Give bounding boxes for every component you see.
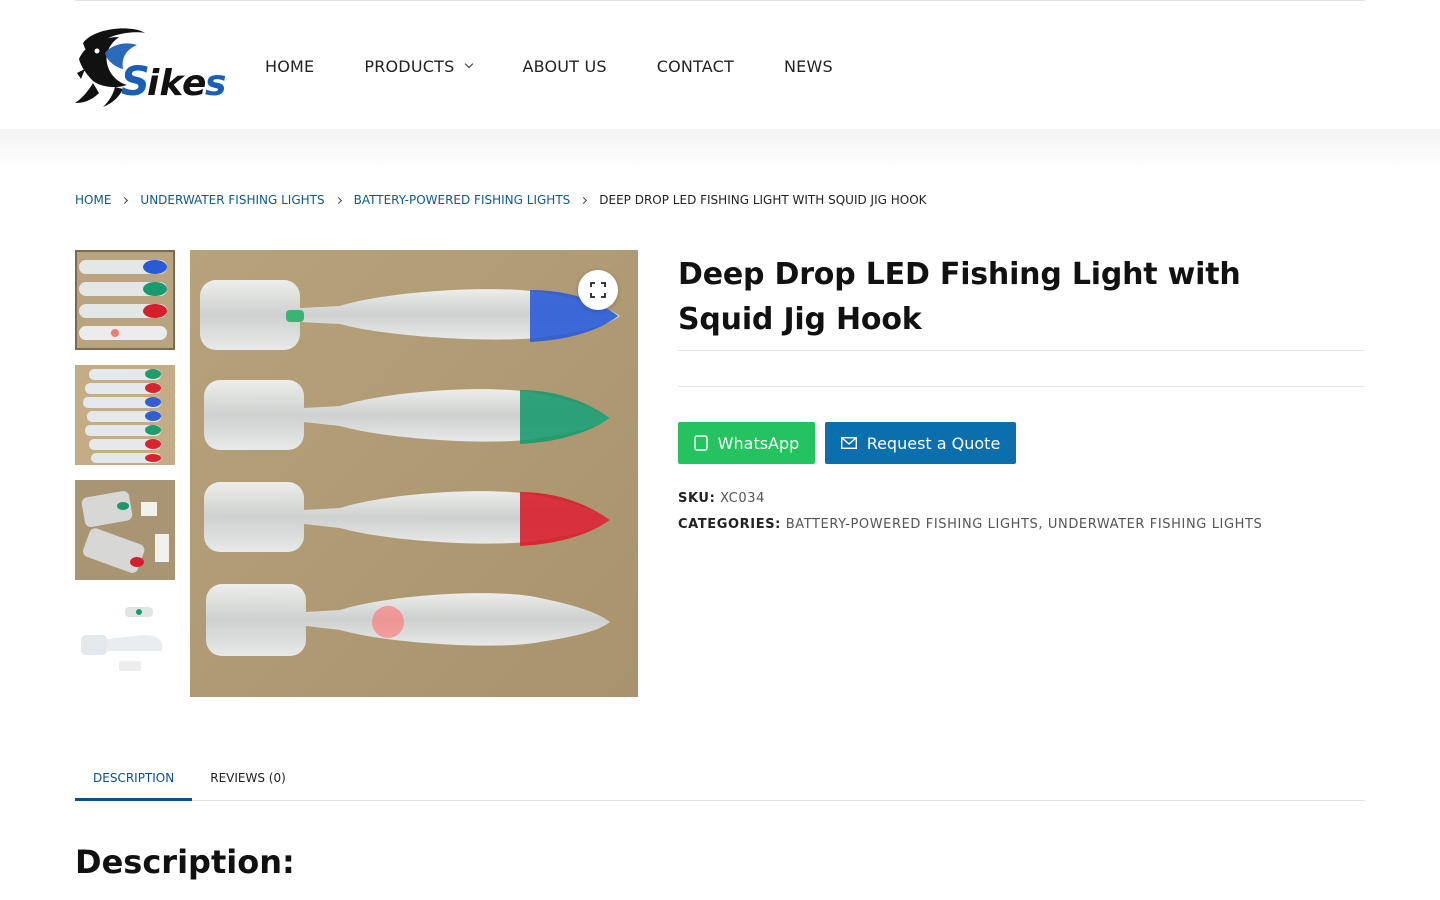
fullscreen-icon	[590, 282, 606, 298]
svg-text:s: s	[205, 63, 225, 104]
divider	[678, 350, 1364, 351]
product-tabs: DESCRIPTION REVIEWS (0)	[75, 760, 1365, 801]
nav-news-label: NEWS	[784, 56, 833, 76]
nav-products[interactable]: PRODUCTS	[364, 56, 474, 76]
nav-home[interactable]: HOME	[265, 57, 314, 76]
site-header: S ike s HOME PRODUCTS ABOUT US CONTACT N…	[0, 1, 1440, 129]
nav-contact-label: CONTACT	[656, 56, 734, 76]
svg-text:S: S	[121, 59, 150, 105]
tab-description[interactable]: DESCRIPTION	[75, 760, 193, 801]
breadcrumb-current: DEEP DROP LED FISHING LIGHT WITH SQUID J…	[599, 193, 927, 207]
gallery-thumbnail-3[interactable]	[75, 480, 175, 580]
chevron-down-icon	[465, 59, 474, 69]
site-logo[interactable]: S ike s	[75, 23, 225, 109]
request-quote-button[interactable]: Request a Quote	[825, 422, 1016, 464]
product-categories: CATEGORIES: BATTERY-POWERED FISHING LIGH…	[678, 517, 1262, 532]
sku-label: SKU:	[678, 491, 716, 506]
envelope-icon	[840, 437, 857, 449]
chevron-right-icon	[121, 196, 129, 204]
nav-home-label: HOME	[265, 56, 315, 76]
nav-contact[interactable]: CONTACT	[657, 57, 734, 76]
whatsapp-button[interactable]: WhatsApp	[678, 422, 815, 464]
nav-news[interactable]: NEWS	[784, 57, 833, 76]
chevron-right-icon	[334, 196, 342, 204]
product-sku: SKU: XC034	[678, 491, 765, 506]
category-link-battery[interactable]: BATTERY-POWERED FISHING LIGHTS	[786, 517, 1039, 532]
gallery-thumbnail-1[interactable]	[75, 250, 175, 350]
zoom-button[interactable]	[578, 270, 618, 310]
category-separator: ,	[1038, 517, 1044, 532]
product-title: Deep Drop LED Fishing Light with Squid J…	[678, 257, 1241, 337]
tab-reviews[interactable]: REVIEWS (0)	[192, 760, 304, 801]
whatsapp-icon	[693, 435, 708, 451]
chevron-right-icon	[580, 196, 588, 204]
category-link-underwater[interactable]: UNDERWATER FISHING LIGHTS	[1048, 517, 1263, 532]
breadcrumb-home[interactable]: HOME	[75, 193, 111, 207]
whatsapp-label: WhatsApp	[717, 433, 800, 453]
divider	[678, 386, 1364, 387]
nav-about-label: ABOUT US	[522, 56, 607, 76]
nav-about-us[interactable]: ABOUT US	[522, 57, 606, 76]
header-shadow	[0, 129, 1440, 169]
product-main-image[interactable]	[190, 250, 638, 697]
breadcrumb-battery-lights[interactable]: BATTERY-POWERED FISHING LIGHTS	[354, 193, 571, 207]
main-nav: HOME PRODUCTS ABOUT US CONTACT NEWS	[265, 53, 833, 79]
description-heading: Description:	[75, 843, 295, 881]
request-quote-label: Request a Quote	[866, 433, 1001, 453]
breadcrumb: HOME UNDERWATER FISHING LIGHTS BATTERY-P…	[75, 191, 927, 209]
logo-fish-icon: S ike s	[75, 28, 225, 107]
categories-label: CATEGORIES:	[678, 517, 781, 532]
gallery-thumbnails	[75, 250, 175, 710]
gallery-thumbnail-4[interactable]	[75, 595, 175, 695]
breadcrumb-underwater-lights[interactable]: UNDERWATER FISHING LIGHTS	[140, 193, 324, 207]
nav-products-label: PRODUCTS	[364, 56, 455, 76]
sku-value: XC034	[720, 491, 765, 506]
svg-text:ike: ike	[147, 63, 206, 104]
gallery-thumbnail-2[interactable]	[75, 365, 175, 465]
